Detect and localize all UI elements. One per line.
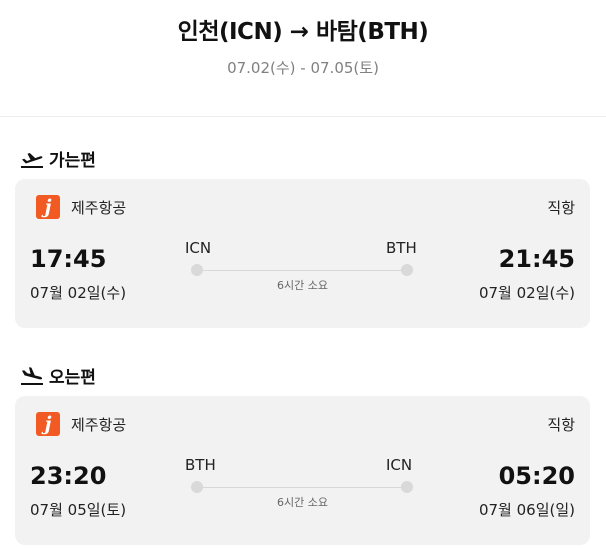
outbound-label: 가는편 bbox=[49, 150, 96, 171]
airline-info: j 제주항공 bbox=[36, 195, 126, 219]
inbound-flight-card[interactable]: j 제주항공 직항 23:20 07월 05일(토) BTH ICN 6시간 소… bbox=[15, 396, 590, 545]
route-line bbox=[197, 487, 408, 488]
inbound-label: 오는편 bbox=[49, 367, 96, 388]
page-header: 인천(ICN) → 바탐(BTH) 07.02(수) - 07.05(토) bbox=[0, 0, 606, 117]
arrival-time: 21:45 bbox=[498, 245, 575, 273]
inbound-section-heading: 오는편 bbox=[19, 362, 96, 388]
outbound-flight-card[interactable]: j 제주항공 직항 17:45 07월 02일(수) ICN BTH 6시간 소… bbox=[15, 179, 590, 328]
airline-info: j 제주항공 bbox=[36, 412, 126, 436]
departure-date: 07월 05일(토) bbox=[30, 501, 127, 519]
airline-logo: j bbox=[36, 412, 60, 436]
arrival-time: 05:20 bbox=[498, 462, 575, 490]
flight-type-badge: 직항 bbox=[547, 416, 575, 434]
flight-type-badge: 직항 bbox=[547, 199, 575, 217]
flight-duration: 6시간 소요 bbox=[277, 279, 328, 292]
destination-airport-code: ICN bbox=[386, 456, 413, 474]
travel-date-range: 07.02(수) - 07.05(토) bbox=[227, 59, 379, 77]
outbound-section-heading: 가는편 bbox=[19, 145, 96, 171]
origin-dot bbox=[191, 481, 203, 493]
departure-time: 23:20 bbox=[30, 462, 107, 490]
destination-dot bbox=[401, 264, 413, 276]
airplane-takeoff-icon bbox=[21, 153, 43, 168]
origin-airport-code: ICN bbox=[185, 239, 212, 257]
departure-date: 07월 02일(수) bbox=[30, 284, 127, 302]
airline-name: 제주항공 bbox=[71, 198, 127, 217]
destination-dot bbox=[401, 481, 413, 493]
arrival-date: 07월 06일(일) bbox=[478, 501, 575, 519]
origin-dot bbox=[191, 264, 203, 276]
airline-name: 제주항공 bbox=[71, 415, 127, 434]
origin-airport-code: BTH bbox=[185, 456, 216, 474]
flight-duration: 6시간 소요 bbox=[277, 496, 328, 509]
arrival-date: 07월 02일(수) bbox=[478, 284, 575, 302]
departure-time: 17:45 bbox=[30, 245, 107, 273]
airplane-landing-icon bbox=[21, 367, 43, 385]
destination-airport-code: BTH bbox=[386, 239, 417, 257]
route-title: 인천(ICN) → 바탐(BTH) bbox=[177, 19, 429, 45]
route-line bbox=[197, 270, 408, 271]
airline-logo: j bbox=[36, 195, 60, 219]
